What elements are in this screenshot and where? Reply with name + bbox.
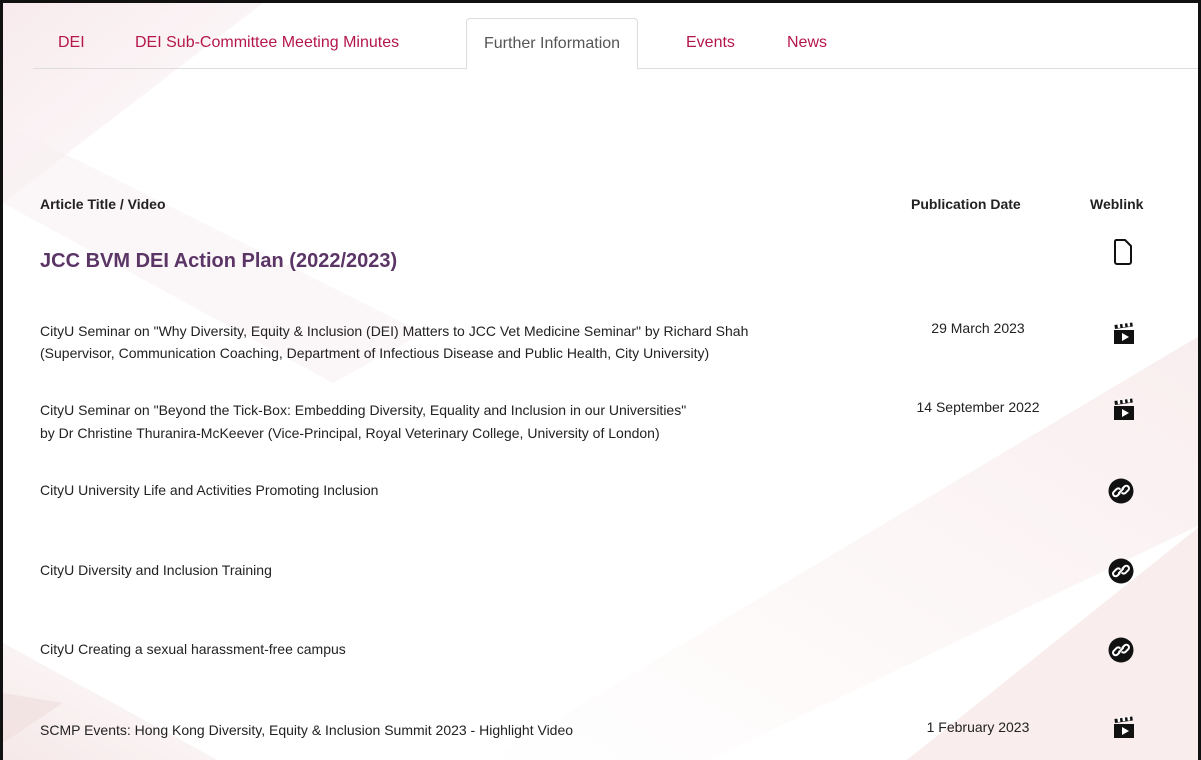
article-title-line[interactable]: CityU University Life and Activities Pro… (40, 479, 378, 501)
tab-bar: DEI DEI Sub-Committee Meeting Minutes Fu… (33, 18, 1198, 70)
publication-date: 1 February 2023 (926, 719, 1030, 735)
article-title-line[interactable]: CityU Creating a sexual harassment-free … (40, 638, 346, 660)
tab-further-information[interactable]: Further Information (466, 18, 639, 70)
video-clapper-icon[interactable] (1112, 397, 1136, 421)
publication-date: 14 September 2022 (916, 399, 1040, 415)
publication-date: 29 March 2023 (931, 320, 1025, 336)
link-icon[interactable] (1108, 558, 1134, 584)
article-title-line[interactable]: CityU Seminar on "Beyond the Tick-Box: E… (40, 399, 686, 421)
column-header-title: Article Title / Video (40, 196, 166, 212)
tab-events[interactable]: Events (686, 18, 735, 69)
link-icon[interactable] (1108, 637, 1134, 663)
article-title-line[interactable]: SCMP Events: Hong Kong Diversity, Equity… (40, 719, 573, 741)
action-plan-title-link[interactable]: JCC BVM DEI Action Plan (2022/2023) (40, 250, 397, 273)
video-clapper-icon[interactable] (1112, 321, 1136, 345)
article-title-line[interactable]: CityU Diversity and Inclusion Training (40, 559, 272, 581)
document-icon[interactable] (1113, 239, 1133, 265)
page-frame: DEI DEI Sub-Committee Meeting Minutes Fu… (0, 0, 1201, 760)
column-header-publication-date: Publication Date (911, 196, 1021, 212)
article-title-line[interactable]: CityU Seminar on "Why Diversity, Equity … (40, 320, 748, 342)
tab-dei[interactable]: DEI (58, 18, 85, 69)
column-header-weblink: Weblink (1090, 196, 1144, 212)
article-title-line[interactable]: by Dr Christine Thuranira-McKeever (Vice… (40, 422, 660, 444)
tab-dei-sub-committee-meeting-minutes[interactable]: DEI Sub-Committee Meeting Minutes (135, 18, 399, 69)
video-clapper-icon[interactable] (1112, 715, 1136, 739)
article-title-line[interactable]: (Supervisor, Communication Coaching, Dep… (40, 342, 709, 364)
link-icon[interactable] (1108, 478, 1134, 504)
tab-news[interactable]: News (787, 18, 827, 69)
